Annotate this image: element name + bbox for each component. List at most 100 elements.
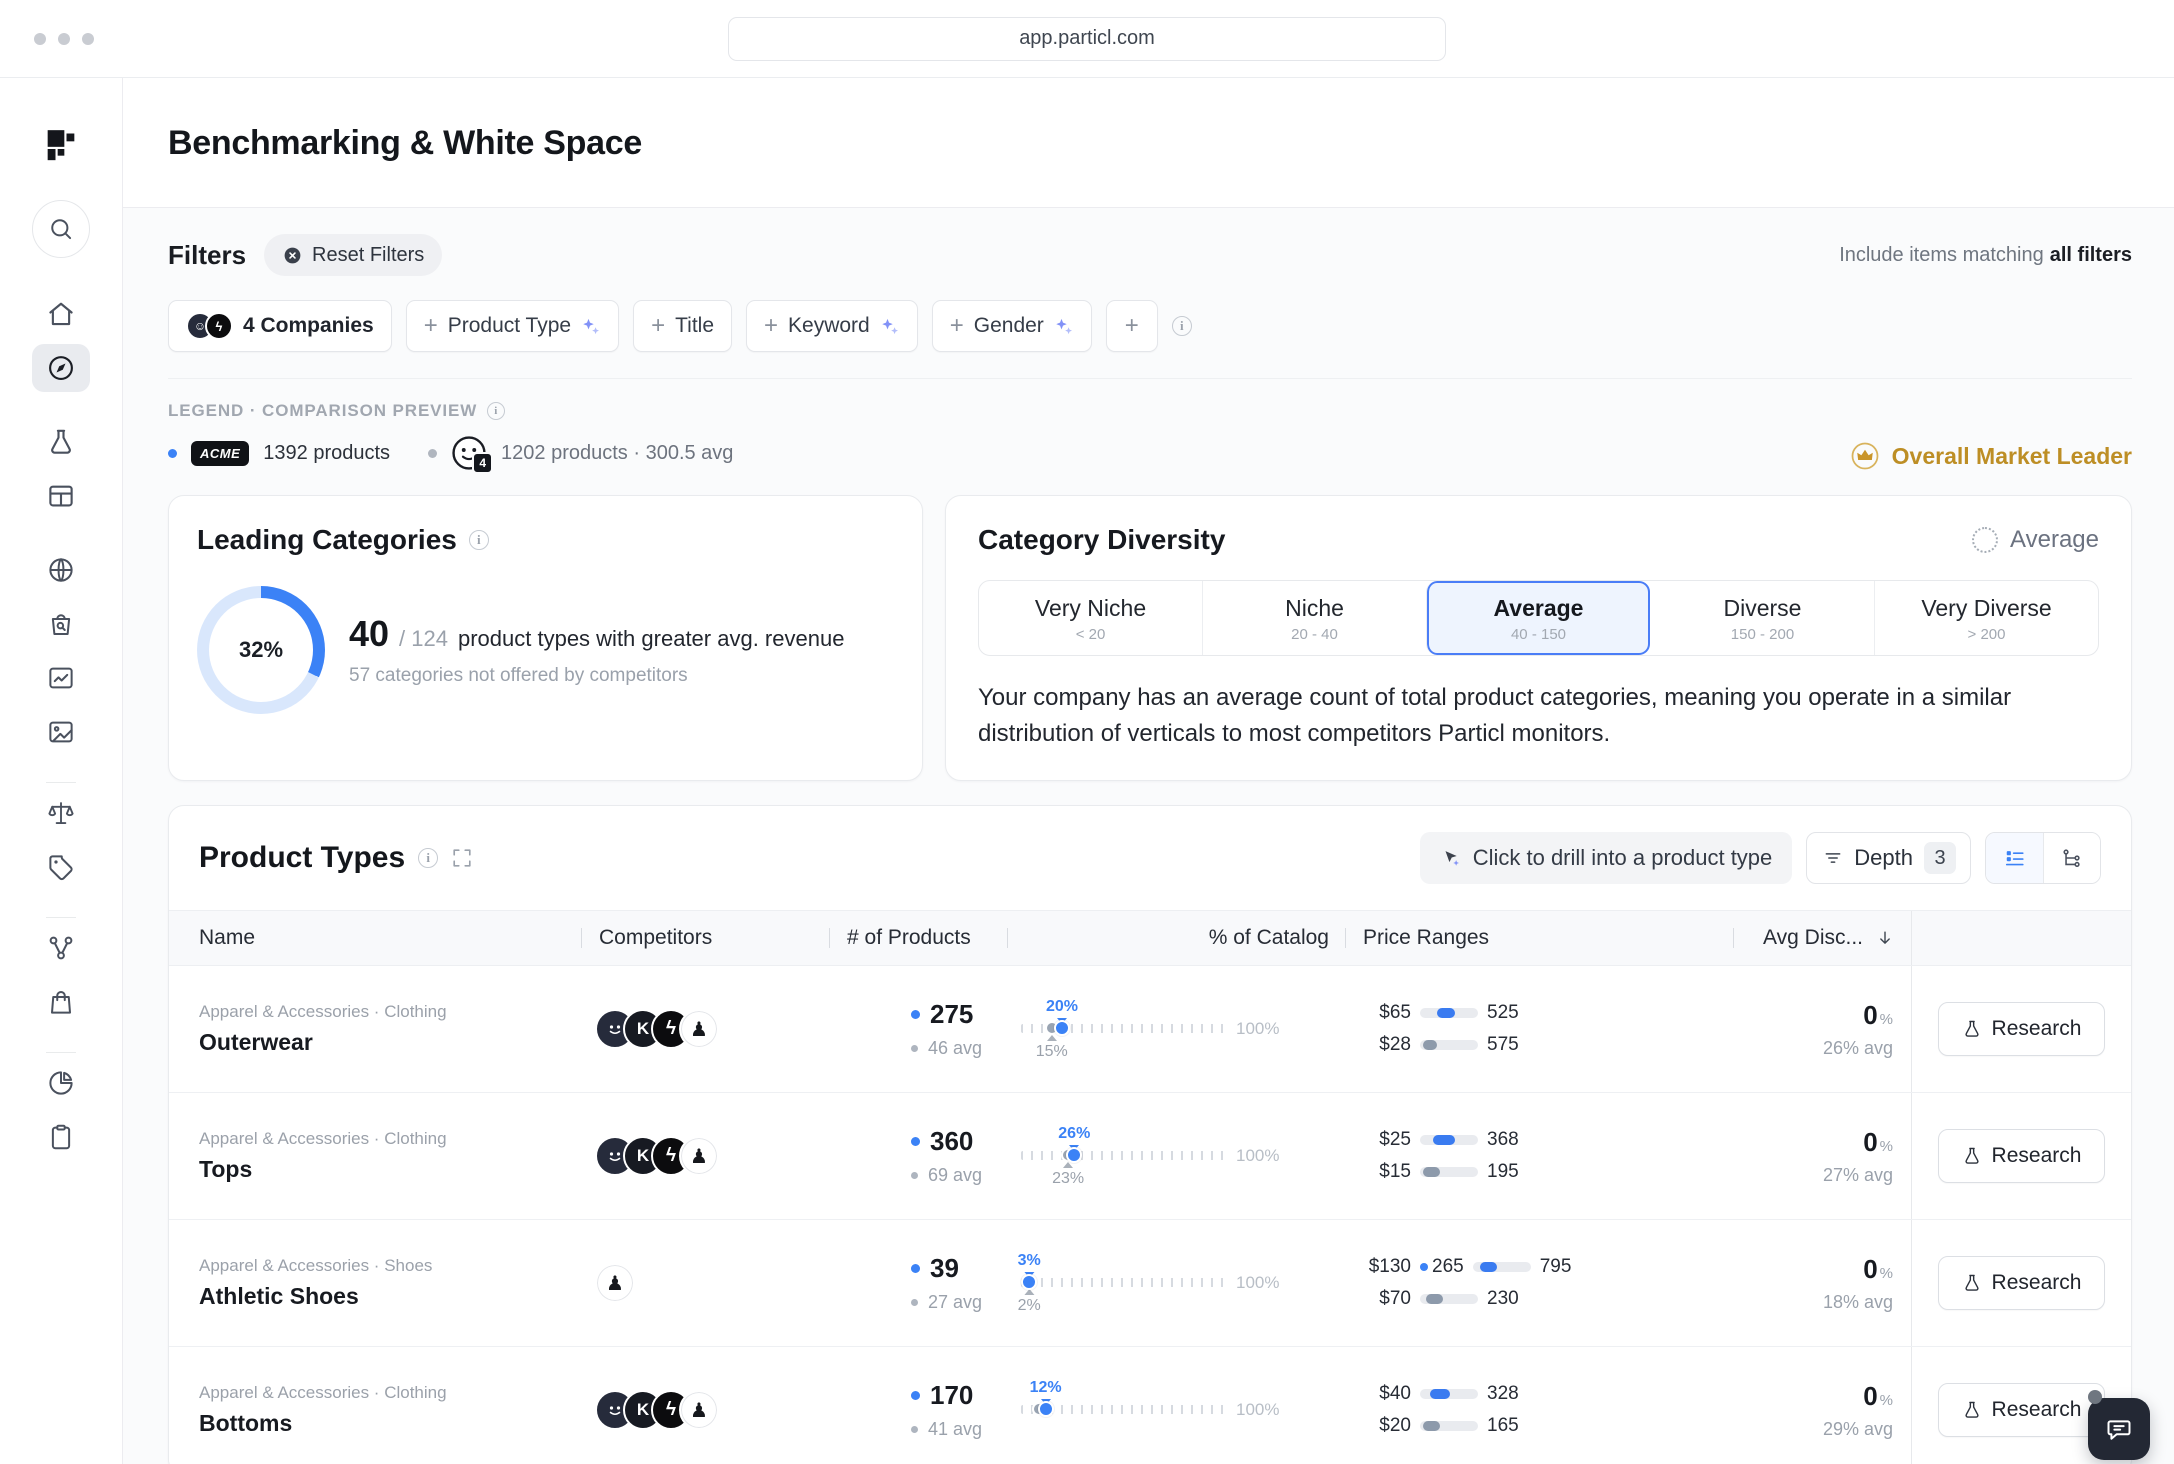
- research-button[interactable]: Research: [1938, 1002, 2106, 1056]
- leading-desc: product types with greater avg. revenue: [458, 626, 844, 652]
- sidebar-item-compare[interactable]: [32, 789, 90, 837]
- research-cell: Research: [1911, 1093, 2131, 1219]
- sidebar-item-media[interactable]: [32, 708, 90, 756]
- summary-cards: Leading Categories i 32% 40 / 124 produc…: [168, 495, 2132, 781]
- segment-niche[interactable]: Niche 20 - 40: [1202, 581, 1426, 655]
- companies-filter-chip[interactable]: ☺ ϟ 4 Companies: [168, 300, 392, 352]
- product-types-info-icon[interactable]: i: [418, 848, 438, 868]
- reset-filters-button[interactable]: Reset Filters: [264, 234, 442, 276]
- price-range: $65525: [1363, 1002, 1733, 1024]
- filters-label: Filters: [168, 240, 246, 271]
- tree-view-button[interactable]: [2043, 833, 2100, 883]
- sidebar-item-reports[interactable]: [32, 1113, 90, 1161]
- acme-series-dot: [168, 449, 177, 458]
- sort-descending-icon[interactable]: [1875, 928, 1895, 948]
- segment-diverse[interactable]: Diverse 150 - 200: [1650, 581, 1874, 655]
- legend-section: LEGEND · COMPARISON PREVIEW i ACME 1392 …: [168, 401, 2132, 471]
- competitor-dot: [911, 1426, 918, 1433]
- product-types-title: Product Types: [199, 841, 405, 875]
- shopping-bag-icon: [46, 987, 76, 1017]
- sidebar-item-hierarchy[interactable]: [32, 924, 90, 972]
- legend-info-icon[interactable]: i: [487, 402, 505, 420]
- price-range: $70230: [1363, 1288, 1733, 1310]
- competitor-group-logo: 4: [451, 435, 487, 471]
- catalog-share-cell: 12%100%: [1007, 1379, 1345, 1442]
- column-header-price-ranges[interactable]: Price Ranges: [1345, 911, 1733, 965]
- leading-count: 40: [349, 613, 389, 655]
- segment-average[interactable]: Average 40 - 150: [1426, 581, 1650, 655]
- company-logos: ☺ ϟ: [186, 312, 233, 340]
- avg-discount-value: 0: [1863, 1254, 1877, 1284]
- product-row[interactable]: Apparel & Accessories · ShoesAthletic Sh…: [169, 1220, 2131, 1347]
- plus-icon: +: [950, 314, 964, 338]
- competitor-series-dot: [428, 449, 437, 458]
- sidebar-item-lab[interactable]: [32, 418, 90, 466]
- acme-share-dot: [1021, 1274, 1037, 1290]
- column-header-catalog[interactable]: % of Catalog: [1007, 911, 1345, 965]
- gender-filter-chip[interactable]: + Gender: [932, 300, 1092, 352]
- price-range: $28575: [1363, 1034, 1733, 1056]
- overall-market-leader[interactable]: Overall Market Leader: [1850, 441, 2132, 471]
- sidebar-item-home[interactable]: [32, 290, 90, 338]
- research-button[interactable]: Research: [1938, 1383, 2106, 1437]
- column-header-avg-disc[interactable]: Avg Disc...: [1733, 911, 1911, 965]
- price-max: 195: [1487, 1161, 1519, 1183]
- filters-info-icon[interactable]: i: [1172, 316, 1192, 336]
- price-range-bar: [1420, 1040, 1478, 1050]
- avg-discount-cell: 0%29% avg: [1733, 1381, 1911, 1440]
- title-filter-chip[interactable]: + Title: [633, 300, 732, 352]
- add-filter-chip[interactable]: +: [1106, 300, 1158, 352]
- research-button[interactable]: Research: [1938, 1256, 2106, 1310]
- category-breadcrumb: Apparel & Accessories · Clothing: [199, 1002, 581, 1022]
- catalog-share-competitor-marker: 15%: [1036, 1035, 1068, 1061]
- catalog-share-max-label: 100%: [1236, 1146, 1279, 1166]
- column-header-competitors[interactable]: Competitors: [581, 911, 829, 965]
- column-header-name[interactable]: Name: [169, 911, 581, 965]
- sidebar-item-trends[interactable]: [32, 654, 90, 702]
- url-bar[interactable]: app.particl.com: [728, 17, 1446, 61]
- price-max: 575: [1487, 1034, 1519, 1056]
- leading-categories-info-icon[interactable]: i: [469, 530, 489, 550]
- price-range: $20165: [1363, 1415, 1733, 1437]
- sidebar-item-tables[interactable]: [32, 472, 90, 520]
- product-row[interactable]: Apparel & Accessories · Clothing Outerwea…: [169, 966, 2131, 1093]
- avg-discount-unit: %: [1880, 1392, 1893, 1409]
- segment-very-niche[interactable]: Very Niche < 20: [979, 581, 1202, 655]
- avg-discount-value: 0: [1863, 1000, 1877, 1030]
- expand-button[interactable]: [451, 847, 473, 869]
- sidebar-item-product-search[interactable]: [32, 600, 90, 648]
- product-type-filter-chip[interactable]: + Product Type: [406, 300, 619, 352]
- app-logo[interactable]: [41, 126, 81, 166]
- catalog-share-cell: 3%2%100%: [1007, 1252, 1345, 1315]
- drill-button[interactable]: Click to drill into a product type: [1420, 832, 1793, 884]
- product-count-avg: 41 avg: [928, 1419, 982, 1440]
- keyword-filter-chip[interactable]: + Keyword: [746, 300, 918, 352]
- sidebar-item-benchmarking[interactable]: [32, 344, 90, 392]
- product-row[interactable]: Apparel & Accessories · ClothingBottomsK…: [169, 1347, 2131, 1464]
- segment-very-diverse[interactable]: Very Diverse > 200: [1874, 581, 2098, 655]
- chat-fab-button[interactable]: [2088, 1398, 2150, 1460]
- column-header-products[interactable]: # of Products: [829, 911, 1007, 965]
- product-type-name: Outerwear: [199, 1029, 581, 1056]
- price-max: 230: [1487, 1288, 1519, 1310]
- legend-block: LEGEND · COMPARISON PREVIEW i ACME 1392 …: [168, 401, 733, 471]
- depth-button[interactable]: Depth 3: [1806, 832, 1971, 884]
- product-row[interactable]: Apparel & Accessories · ClothingTopsKϟ♟3…: [169, 1093, 2131, 1220]
- product-count-cell: 27546 avg: [829, 999, 1007, 1059]
- competitor-avatars: Kϟ♟: [581, 1390, 829, 1430]
- product-types-card: Product Types i Click to drill into a pr…: [168, 805, 2132, 1464]
- sidebar-item-pricing[interactable]: [32, 843, 90, 891]
- price-min: $20: [1363, 1415, 1411, 1437]
- match-mode-text[interactable]: Include items matching all filters: [1839, 244, 2132, 267]
- avg-discount-avg: 27% avg: [1733, 1165, 1893, 1186]
- sidebar-item-market[interactable]: [32, 546, 90, 594]
- sidebar-item-shop[interactable]: [32, 978, 90, 1026]
- sidebar-search-button[interactable]: [32, 200, 90, 258]
- flask-icon: [1962, 1146, 1982, 1166]
- research-button[interactable]: Research: [1938, 1129, 2106, 1183]
- price-ranges-cell: $40328$20165: [1345, 1383, 1733, 1437]
- reset-filters-label: Reset Filters: [312, 244, 424, 267]
- sidebar-item-analytics[interactable]: [32, 1059, 90, 1107]
- list-view-button[interactable]: [1986, 833, 2043, 883]
- catalog-share-competitor-marker: 23%: [1052, 1162, 1084, 1188]
